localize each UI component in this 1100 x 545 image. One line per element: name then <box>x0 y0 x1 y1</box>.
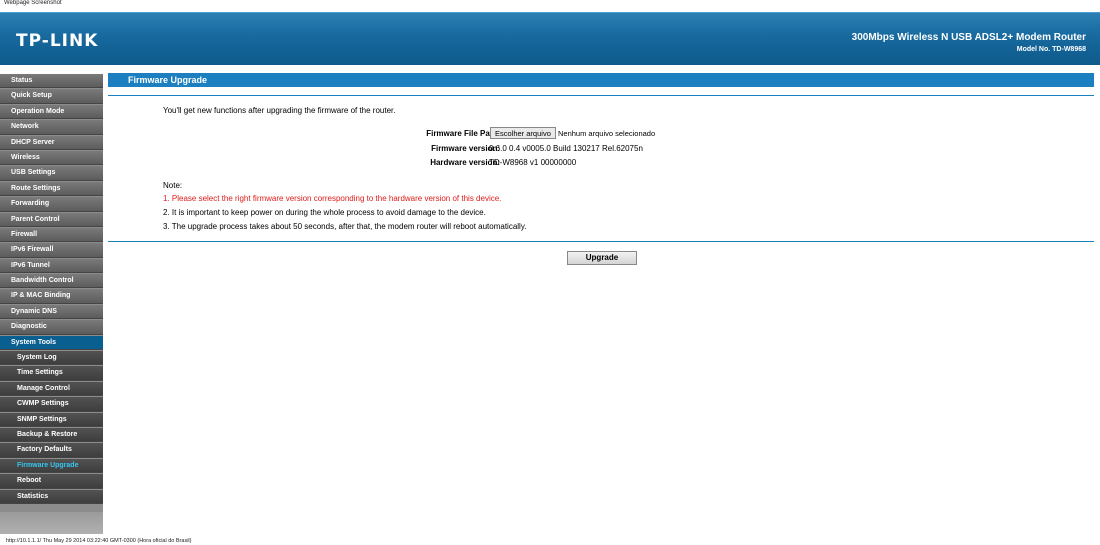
firmware-version-row: Firmware version: 0.6.0 0.4 v0005.0 Buil… <box>320 142 720 156</box>
status-bar-text: http://10.1.1.1/ Thu May 29 2014 03:22:4… <box>6 538 192 544</box>
sidebar-item-quick-setup[interactable]: Quick Setup <box>0 89 103 104</box>
file-path-row: Firmware File Path: Escolher arquivo Nen… <box>320 127 720 141</box>
menu-list: Status Quick Setup Operation Mode Network DH… <box>0 74 103 504</box>
sidebar-item-reboot[interactable]: Reboot <box>0 474 103 489</box>
sidebar-item-dynamic-dns[interactable]: Dynamic DNS <box>0 304 103 320</box>
sidebar-item-cwmp-settings[interactable]: CWMP Settings <box>0 397 103 412</box>
note-2: 2. It is important to keep power on duri… <box>163 208 486 217</box>
sidebar-item-dhcp-server[interactable]: DHCP Server <box>0 135 103 150</box>
note-1: 1. Please select the right firmware vers… <box>163 194 502 203</box>
sidebar-item-snmp-settings[interactable]: SNMP Settings <box>0 412 103 427</box>
firmware-version-value: 0.6.0 0.4 v0005.0 Build 130217 Rel.62075… <box>489 144 643 153</box>
sidebar-item-diagnostic[interactable]: Diagnostic <box>0 320 103 335</box>
tp-link-logo[interactable]: TP-LINK <box>16 31 98 51</box>
intro-text: You'll get new functions after upgrading… <box>163 106 396 115</box>
sidebar-item-system-tools[interactable]: System Tools <box>0 335 103 351</box>
divider-bottom <box>108 241 1094 242</box>
sidebar-item-forwarding[interactable]: Forwarding <box>0 197 103 212</box>
note-3: 3. The upgrade process takes about 50 se… <box>163 222 527 231</box>
sidebar-item-ipv6-firewall[interactable]: IPv6 Firewall <box>0 243 103 258</box>
sidebar-item-factory-defaults[interactable]: Factory Defaults <box>0 443 103 458</box>
sidebar-item-firewall[interactable]: Firewall <box>0 227 103 243</box>
sidebar-menu: Status Quick Setup Operation Mode Network DH… <box>0 74 103 534</box>
sidebar-item-bandwidth-control[interactable]: Bandwidth Control <box>0 274 103 289</box>
product-name: 300Mbps Wireless N USB ADSL2+ Modem Rout… <box>851 32 1086 43</box>
page-title: Firmware Upgrade <box>108 73 1094 87</box>
sidebar-item-wireless[interactable]: Wireless <box>0 150 103 166</box>
hardware-version-value: TD-W8968 v1 00000000 <box>489 158 577 167</box>
screenshot-caption: Webpage Screenshot <box>4 0 62 6</box>
sidebar-item-network[interactable]: Network <box>0 120 103 135</box>
sidebar-item-time-settings[interactable]: Time Settings <box>0 366 103 381</box>
model-number: Model No. TD-W8968 <box>1016 46 1086 53</box>
sidebar-item-parent-control[interactable]: Parent Control <box>0 212 103 227</box>
sidebar-footer <box>0 512 103 534</box>
sidebar-item-firmware-upgrade[interactable]: Firmware Upgrade <box>0 458 103 474</box>
choose-file-button[interactable]: Escolher arquivo <box>490 127 556 139</box>
divider-top <box>108 95 1094 96</box>
sidebar-item-ip-mac-binding[interactable]: IP & MAC Binding <box>0 289 103 304</box>
sidebar-item-manage-control[interactable]: Manage Control <box>0 381 103 397</box>
file-path-label: Firmware File Path: <box>426 129 500 138</box>
sidebar-item-ipv6-tunnel[interactable]: IPv6 Tunnel <box>0 258 103 274</box>
sidebar-item-backup-restore[interactable]: Backup & Restore <box>0 427 103 443</box>
sidebar-item-statistics[interactable]: Statistics <box>0 489 103 504</box>
sidebar-item-usb-settings[interactable]: USB Settings <box>0 166 103 181</box>
file-status-text: Nenhum arquivo selecionado <box>558 129 656 138</box>
sidebar-item-route-settings[interactable]: Route Settings <box>0 181 103 197</box>
sidebar-item-operation-mode[interactable]: Operation Mode <box>0 104 103 120</box>
hardware-version-row: Hardware version: TD-W8968 v1 00000000 <box>320 156 720 170</box>
sidebar-item-status[interactable]: Status <box>0 74 103 89</box>
upgrade-button[interactable]: Upgrade <box>567 251 637 265</box>
page-header: TP-LINK 300Mbps Wireless N USB ADSL2+ Mo… <box>0 12 1100 65</box>
note-title: Note: <box>163 181 183 190</box>
sidebar-item-system-log[interactable]: System Log <box>0 351 103 366</box>
